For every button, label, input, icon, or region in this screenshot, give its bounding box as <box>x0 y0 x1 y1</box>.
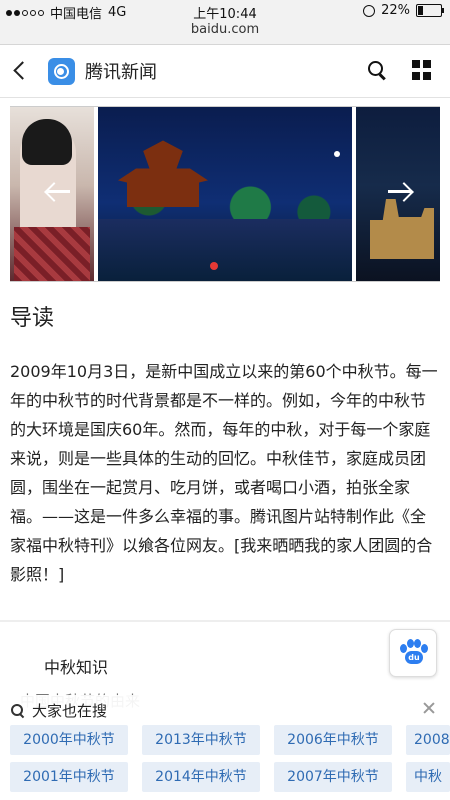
carousel-image-current[interactable] <box>98 107 352 281</box>
status-bar: 中国电信 4G 上午10:44 22% baidu.com <box>0 0 450 45</box>
grid-menu-icon[interactable] <box>412 60 432 80</box>
pagoda-illustration <box>118 140 208 207</box>
suggestion-chip[interactable]: 2000年中秋节 <box>10 725 128 755</box>
tencent-news-logo-icon <box>48 58 75 85</box>
status-right: 22% <box>363 3 444 18</box>
search-icon[interactable] <box>366 59 390 83</box>
related-searches-header: 大家也在搜 <box>10 700 107 721</box>
suggestion-chip[interactable]: 2006年中秋节 <box>274 725 392 755</box>
app-header: 腾讯新闻 <box>0 45 450 98</box>
suggestion-chip[interactable]: 2014年中秋节 <box>142 762 260 792</box>
baidu-label: du <box>405 651 423 664</box>
page-url[interactable]: baidu.com <box>0 22 450 37</box>
battery-icon <box>416 4 444 17</box>
baidu-paw-icon: du <box>400 639 428 667</box>
suggestion-chip[interactable]: 2007年中秋节 <box>274 762 392 792</box>
divider <box>0 620 450 622</box>
app-title: 腾讯新闻 <box>85 62 157 83</box>
back-button[interactable] <box>8 57 36 85</box>
suggestion-chip[interactable]: 2001年中秋节 <box>10 762 128 792</box>
search-icon <box>10 703 26 719</box>
arrow-left-icon[interactable] <box>44 179 72 207</box>
intro-paragraph: 2009年10月3日，是新中国成立以来的第60个中秋节。每一年的中秋节的时代背景… <box>10 362 438 584</box>
knowledge-heading: 中秋知识 <box>44 658 109 677</box>
related-searches-title: 大家也在搜 <box>32 702 108 720</box>
battery-fill <box>418 6 423 15</box>
arrow-right-icon[interactable] <box>386 179 414 207</box>
battery-percent: 22% <box>381 3 410 18</box>
suggestion-chip[interactable]: 中秋 <box>406 762 450 792</box>
section-title: 导读 <box>10 306 55 331</box>
suggestion-chip[interactable]: 2013年中秋节 <box>142 725 260 755</box>
image-carousel[interactable] <box>10 106 440 282</box>
close-icon[interactable] <box>422 701 436 715</box>
orientation-lock-icon <box>363 4 376 17</box>
suggestion-chip[interactable]: 2008 <box>406 725 450 755</box>
moon-illustration <box>334 151 340 157</box>
carousel-page-indicator <box>210 262 218 270</box>
baidu-floating-button[interactable]: du <box>389 629 437 677</box>
related-searches-panel: 大家也在搜 2000年中秋节 2013年中秋节 2006年中秋节 2008 20… <box>0 695 450 800</box>
